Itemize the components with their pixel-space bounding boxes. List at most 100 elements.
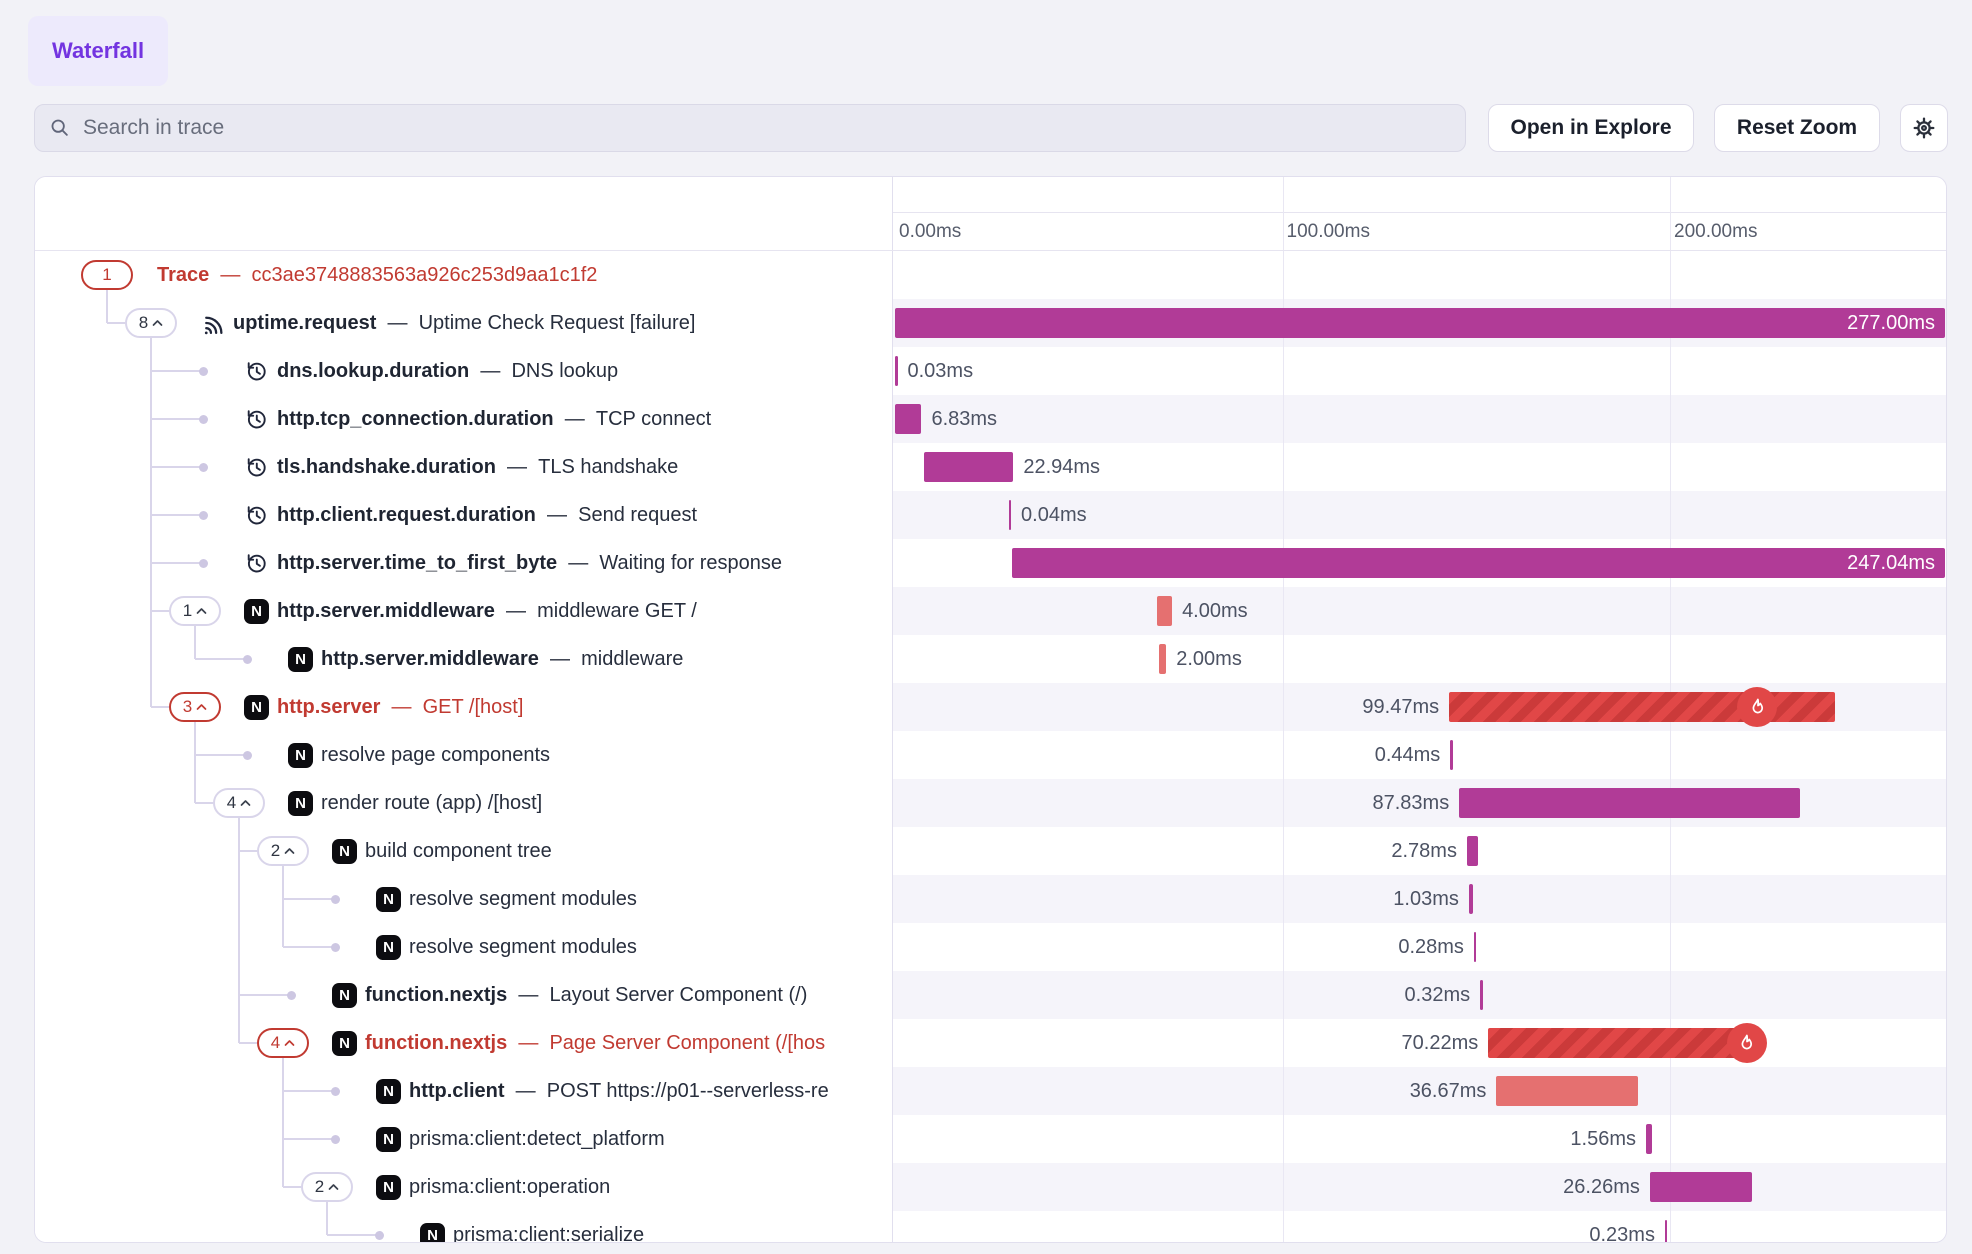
- span-bar[interactable]: [1480, 980, 1483, 1010]
- span-row[interactable]: Nresolve segment modules: [35, 875, 892, 923]
- span-row[interactable]: 3Nhttp.server — GET /[host]: [35, 683, 892, 731]
- leaf-dot-icon: [331, 895, 340, 904]
- collapse-pill[interactable]: 8: [125, 308, 177, 338]
- span-bar-row[interactable]: 0.23ms: [893, 1211, 1946, 1243]
- span-row[interactable]: 4Nfunction.nextjs — Page Server Componen…: [35, 1019, 892, 1067]
- axis-tick-label: 0.00ms: [899, 213, 961, 250]
- span-row[interactable]: http.tcp_connection.duration — TCP conne…: [35, 395, 892, 443]
- collapse-pill[interactable]: 4: [213, 788, 265, 818]
- span-bar-row[interactable]: 247.04ms: [893, 539, 1946, 587]
- collapse-pill[interactable]: 4: [257, 1028, 309, 1058]
- tab-waterfall[interactable]: Waterfall: [28, 16, 168, 86]
- timeline-axis: 0.00ms100.00ms200.00ms: [892, 177, 1946, 250]
- span-row[interactable]: 1Nhttp.server.middleware — middleware GE…: [35, 587, 892, 635]
- clock-icon-wrap: [244, 455, 268, 484]
- duration-label: 99.47ms: [1362, 683, 1439, 731]
- span-bar-row[interactable]: 0.32ms: [893, 971, 1946, 1019]
- span-bar-row[interactable]: 0.28ms: [893, 923, 1946, 971]
- span-bar-row[interactable]: 70.22ms: [893, 1019, 1946, 1067]
- span-row[interactable]: Nhttp.client — POST https://p01--serverl…: [35, 1067, 892, 1115]
- span-bar[interactable]: [1159, 644, 1167, 674]
- span-label: prisma:client:detect_platform: [409, 1115, 665, 1163]
- span-row[interactable]: http.server.time_to_first_byte — Waiting…: [35, 539, 892, 587]
- span-bar-row[interactable]: 2.00ms: [893, 635, 1946, 683]
- span-bar[interactable]: [1469, 884, 1473, 914]
- span-bar[interactable]: [1459, 788, 1799, 818]
- span-bar[interactable]: [895, 404, 921, 434]
- span-label: resolve segment modules: [409, 923, 637, 971]
- span-bar-row[interactable]: 87.83ms: [893, 779, 1946, 827]
- span-row[interactable]: Nfunction.nextjs — Layout Server Compone…: [35, 971, 892, 1019]
- span-bar-row[interactable]: 22.94ms: [893, 443, 1946, 491]
- span-bar-row[interactable]: 1.03ms: [893, 875, 1946, 923]
- span-row[interactable]: 4Nrender route (app) /[host]: [35, 779, 892, 827]
- span-bar-row[interactable]: 277.00ms: [893, 299, 1946, 347]
- span-bar[interactable]: [1450, 740, 1453, 770]
- child-count: 2: [271, 841, 280, 861]
- collapse-pill[interactable]: 2: [301, 1172, 353, 1202]
- span-bar-row[interactable]: 6.83ms: [893, 395, 1946, 443]
- span-bar[interactable]: [1646, 1124, 1652, 1154]
- collapse-pill[interactable]: 1: [169, 596, 221, 626]
- reset-zoom-button[interactable]: Reset Zoom: [1714, 104, 1880, 152]
- span-row[interactable]: Nprisma:client:detect_platform: [35, 1115, 892, 1163]
- span-bar-row[interactable]: 0.04ms: [893, 491, 1946, 539]
- span-label: prisma:client:operation: [409, 1163, 610, 1211]
- span-bar[interactable]: [1665, 1220, 1668, 1243]
- span-bar-row[interactable]: 36.67ms: [893, 1067, 1946, 1115]
- leaf-dot-icon: [331, 1135, 340, 1144]
- span-label: function.nextjs — Layout Server Componen…: [365, 971, 807, 1019]
- collapse-pill[interactable]: 3: [169, 692, 221, 722]
- span-row[interactable]: dns.lookup.duration — DNS lookup: [35, 347, 892, 395]
- span-row[interactable]: http.client.request.duration — Send requ…: [35, 491, 892, 539]
- leaf-dot-icon: [199, 367, 208, 376]
- span-bar-row[interactable]: 26.26ms: [893, 1163, 1946, 1211]
- caret-up-icon: [196, 703, 207, 711]
- span-bar[interactable]: [1009, 500, 1012, 530]
- clock-icon: [244, 503, 268, 527]
- search-input[interactable]: [81, 115, 1451, 141]
- span-row[interactable]: Nhttp.server.middleware — middleware: [35, 635, 892, 683]
- span-row[interactable]: 1 Trace — cc3ae3748883563a926c253d9aa1c1f…: [35, 251, 892, 299]
- span-bar[interactable]: [895, 356, 898, 386]
- span-row[interactable]: Nresolve page components: [35, 731, 892, 779]
- span-tree: 1 Trace — cc3ae3748883563a926c253d9aa1c1f…: [35, 251, 892, 1243]
- span-bar-row[interactable]: 0.03ms: [893, 347, 1946, 395]
- span-bar[interactable]: [1012, 548, 1945, 578]
- span-bar-row[interactable]: 2.78ms: [893, 827, 1946, 875]
- leaf-dot-icon: [199, 463, 208, 472]
- span-bar-row[interactable]: 0.44ms: [893, 731, 1946, 779]
- search-icon: [49, 117, 71, 139]
- span-bar-row[interactable]: 1.56ms: [893, 1115, 1946, 1163]
- caret-up-icon: [240, 799, 251, 807]
- span-row[interactable]: tls.handshake.duration — TLS handshake: [35, 443, 892, 491]
- span-label: Trace — cc3ae3748883563a926c253d9aa1c1f2: [157, 251, 597, 299]
- span-row[interactable]: 2Nprisma:client:operation: [35, 1163, 892, 1211]
- span-bar[interactable]: [1650, 1172, 1752, 1202]
- span-row[interactable]: 8uptime.request — Uptime Check Request […: [35, 299, 892, 347]
- span-bar[interactable]: [1467, 836, 1478, 866]
- span-bar-row[interactable]: 99.47ms: [893, 683, 1946, 731]
- nextjs-icon: N: [332, 839, 357, 864]
- span-bar[interactable]: [924, 452, 1013, 482]
- span-label: dns.lookup.duration — DNS lookup: [277, 347, 618, 395]
- span-bar[interactable]: [1474, 932, 1477, 962]
- open-in-explore-button[interactable]: Open in Explore: [1488, 104, 1694, 152]
- span-bar[interactable]: [895, 308, 1945, 338]
- collapse-pill[interactable]: 2: [257, 836, 309, 866]
- settings-button[interactable]: [1900, 104, 1948, 152]
- span-bar[interactable]: [1488, 1028, 1760, 1058]
- span-row[interactable]: 2Nbuild component tree: [35, 827, 892, 875]
- span-bar[interactable]: [1157, 596, 1173, 626]
- collapse-pill[interactable]: 1: [81, 260, 133, 290]
- uptime-icon-wrap: [200, 311, 225, 341]
- span-row[interactable]: Nresolve segment modules: [35, 923, 892, 971]
- search-box[interactable]: [34, 104, 1466, 152]
- fire-icon: [1735, 1032, 1758, 1055]
- span-row[interactable]: Nprisma:client:serialize: [35, 1211, 892, 1243]
- span-bar-row[interactable]: [893, 251, 1946, 299]
- nextjs-icon: N: [244, 695, 269, 720]
- span-bar[interactable]: [1496, 1076, 1638, 1106]
- span-bar-row[interactable]: 4.00ms: [893, 587, 1946, 635]
- clock-icon: [244, 551, 268, 575]
